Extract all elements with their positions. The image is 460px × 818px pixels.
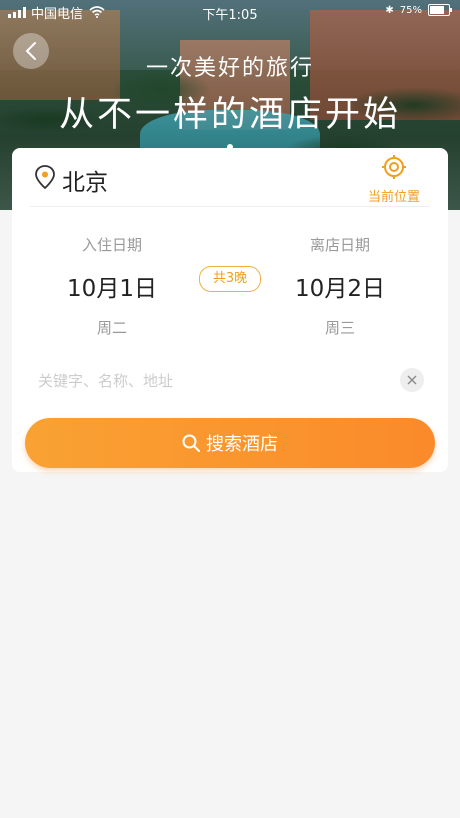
checkout-date: 10月2日 bbox=[295, 276, 385, 302]
clear-button[interactable] bbox=[400, 368, 424, 392]
search-icon bbox=[182, 434, 200, 452]
checkout-label: 离店日期 bbox=[309, 236, 370, 254]
keyword-row bbox=[12, 360, 448, 400]
bluetooth-icon: ✱ bbox=[385, 4, 394, 16]
search-card: 北京 当前位置 入住日期 10月1日 周二 共3晚 离店日期 10月2日 周三 bbox=[12, 148, 448, 472]
checkout-date-picker[interactable]: 离店日期 10月2日 周三 bbox=[270, 234, 410, 338]
status-bar: 中国电信 下午1:05 ✱ 75% bbox=[0, 0, 460, 24]
divider bbox=[30, 206, 430, 207]
status-left: 中国电信 bbox=[8, 3, 105, 22]
signal-icon bbox=[8, 6, 26, 18]
checkin-date-picker[interactable]: 入住日期 10月1日 周二 bbox=[42, 234, 182, 338]
battery-icon bbox=[428, 4, 452, 16]
city-name[interactable]: 北京 bbox=[62, 163, 108, 197]
map-pin-icon bbox=[35, 165, 55, 189]
checkin-date: 10月1日 bbox=[67, 276, 157, 302]
search-button-label: 搜索酒店 bbox=[206, 434, 278, 455]
current-location-button[interactable]: 当前位置 bbox=[364, 154, 424, 205]
wifi-icon bbox=[89, 6, 105, 18]
hero-title: 从不一样的酒店开始 bbox=[58, 95, 401, 135]
search-hotels-button[interactable]: 搜索酒店 bbox=[25, 418, 435, 468]
battery-percent: 75% bbox=[399, 4, 422, 16]
status-right: ✱ 75% bbox=[385, 4, 452, 16]
checkin-label: 入住日期 bbox=[81, 236, 142, 254]
current-location-label: 当前位置 bbox=[367, 190, 420, 205]
checkin-weekday: 周二 bbox=[96, 319, 127, 337]
keyword-input[interactable] bbox=[36, 366, 380, 396]
crosshair-icon bbox=[382, 155, 406, 179]
close-icon bbox=[407, 375, 417, 385]
hero-subtitle: 一次美好的旅行 bbox=[145, 56, 314, 81]
location-row[interactable]: 北京 当前位置 bbox=[12, 148, 448, 206]
nights-badge: 共3晚 bbox=[199, 266, 261, 292]
carrier-name: 中国电信 bbox=[31, 6, 84, 22]
checkout-weekday: 周三 bbox=[324, 319, 355, 337]
